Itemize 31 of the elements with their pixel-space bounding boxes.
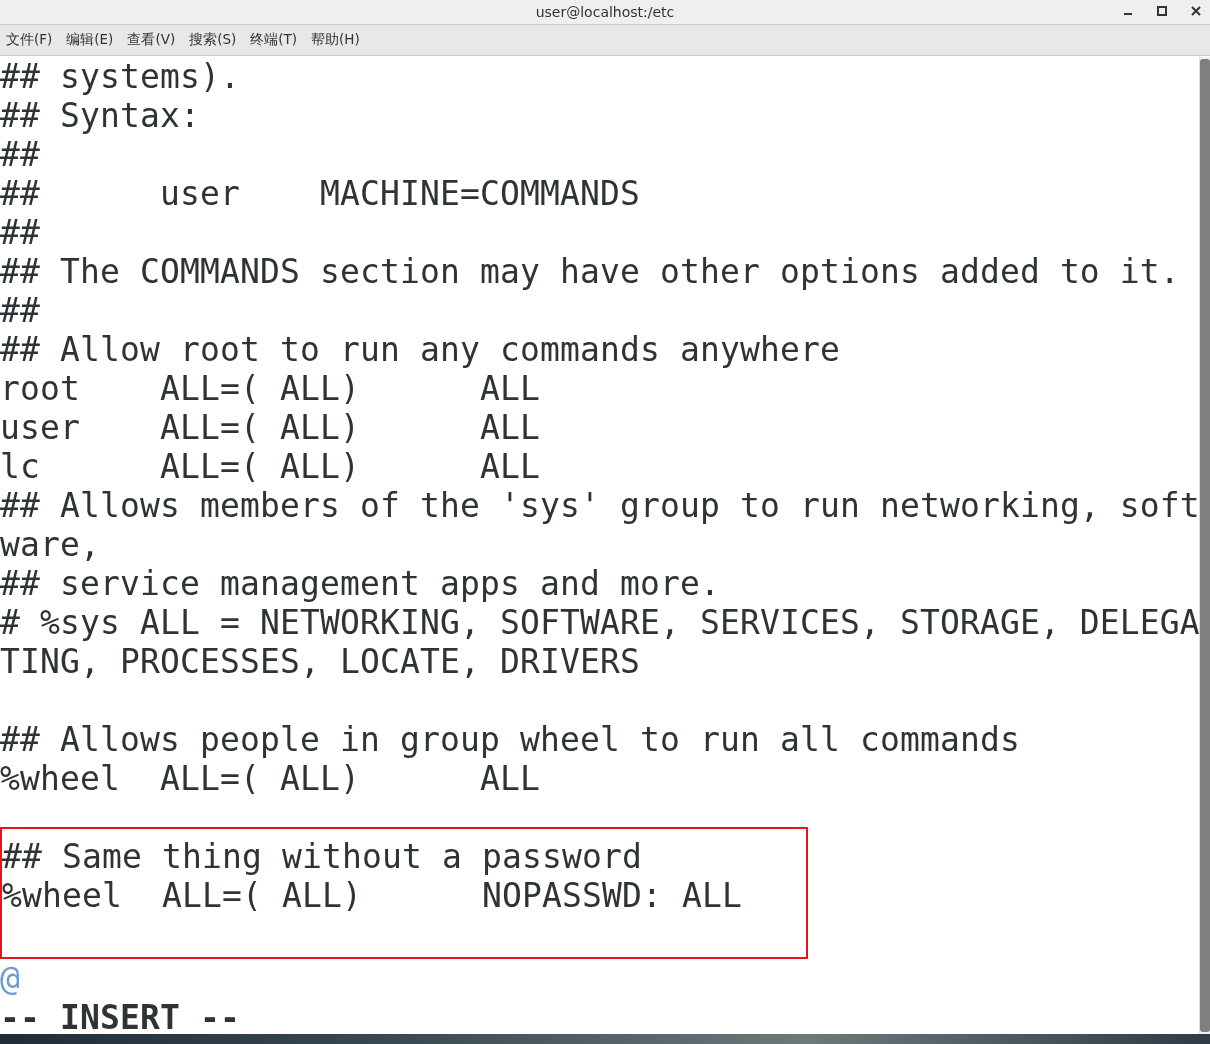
code-line: ## Allow root to run any commands anywhere [0,330,840,369]
code-line: ## [0,213,40,252]
code-line: ## Syntax: [0,96,200,135]
menu-item[interactable]: 帮助(H) [311,31,360,49]
filler-line-marker: @ [0,959,20,998]
menu-item[interactable]: 编辑(E) [66,31,114,49]
menu-item[interactable]: 搜索(S) [189,31,237,49]
code-line: ## Allows people in group wheel to run all commands [0,720,1020,759]
code-line: ## user MACHINE=COMMANDS [0,174,640,213]
code-line: ## Same thing without a password [2,837,642,876]
code-line: %wheel ALL=( ALL) ALL [0,759,540,798]
code-line: ## Allows members of the 'sys' group to run networking, soft [0,486,1199,525]
menu-item[interactable]: 终端(T) [250,31,298,49]
code-line: root ALL=( ALL) ALL [0,369,540,408]
code-line: ## service management apps and more. [0,564,720,603]
menu-item[interactable]: 文件(F) [6,31,53,49]
code-line: ## [0,135,40,174]
close-icon[interactable] [1190,5,1202,17]
code-line: %wheel ALL=( ALL) NOPASSWD: ALL [2,876,742,915]
code-line: ## systems). [0,57,240,96]
code-line: ware, [0,525,100,564]
code-line: TING, PROCESSES, LOCATE, DRIVERS [0,642,640,681]
code-line: # %sys ALL = NETWORKING, SOFTWARE, SERVICES, STORAGE, DELEGA [0,603,1199,642]
code-line: lc ALL=( ALL) ALL [0,447,540,486]
window-title: user@localhost:/etc [535,4,675,20]
code-line: ## The COMMANDS section may have other options added to it. [0,252,1180,291]
mode-indicator: -- INSERT -- [0,998,240,1034]
code-line: ## [0,291,40,330]
maximize-icon[interactable] [1156,5,1168,17]
code-line: user ALL=( ALL) ALL [0,408,540,447]
menu-item[interactable]: 查看(V) [127,31,176,49]
